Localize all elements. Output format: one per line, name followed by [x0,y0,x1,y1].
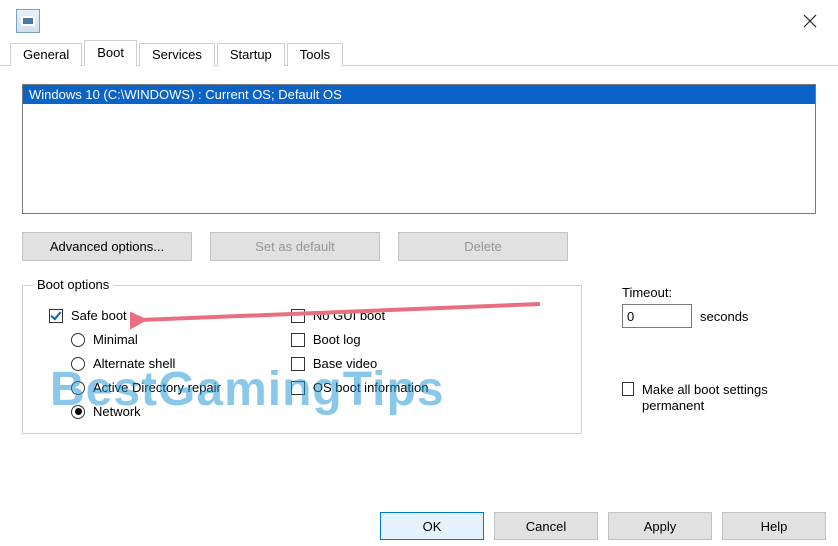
tab-services[interactable]: Services [139,43,215,66]
radio-icon [71,381,85,395]
apply-button[interactable]: Apply [608,512,712,540]
radio-icon [71,357,85,371]
os-boot-info-checkbox[interactable]: OS boot information [291,380,429,395]
advanced-options-button[interactable]: Advanced options... [22,232,192,261]
checkbox-icon [291,381,305,395]
timeout-unit-label: seconds [700,309,748,324]
tab-boot[interactable]: Boot [84,40,137,66]
radio-minimal-label: Minimal [93,332,138,347]
app-icon [16,9,40,33]
radio-minimal[interactable]: Minimal [71,332,221,347]
set-as-default-button: Set as default [210,232,380,261]
radio-alternate-shell-label: Alternate shell [93,356,175,371]
tab-general[interactable]: General [10,43,82,66]
base-video-label: Base video [313,356,377,371]
boot-log-checkbox[interactable]: Boot log [291,332,429,347]
radio-network-label: Network [93,404,141,419]
tab-startup[interactable]: Startup [217,43,285,66]
no-gui-boot-checkbox[interactable]: No GUI boot [291,308,429,323]
checkbox-icon [622,382,634,396]
close-icon [803,14,817,28]
cancel-button[interactable]: Cancel [494,512,598,540]
permanent-settings-checkbox[interactable]: Make all boot settings permanent [622,382,802,415]
close-button[interactable] [796,7,824,35]
radio-ad-repair[interactable]: Active Directory repair [71,380,221,395]
os-list[interactable]: Windows 10 (C:\WINDOWS) : Current OS; De… [22,84,816,214]
checkbox-icon [291,333,305,347]
safe-boot-checkbox[interactable]: Safe boot [49,308,221,323]
timeout-label: Timeout: [622,285,802,300]
no-gui-boot-label: No GUI boot [313,308,385,323]
boot-options-group: Boot options Safe boot Minimal Alternate… [22,285,582,434]
delete-button: Delete [398,232,568,261]
boot-log-label: Boot log [313,332,361,347]
checkbox-icon [49,309,63,323]
radio-icon [71,333,85,347]
radio-ad-repair-label: Active Directory repair [93,380,221,395]
timeout-input[interactable] [622,304,692,328]
base-video-checkbox[interactable]: Base video [291,356,429,371]
checkbox-icon [291,357,305,371]
os-list-selected-row[interactable]: Windows 10 (C:\WINDOWS) : Current OS; De… [23,85,815,104]
boot-options-legend: Boot options [33,277,113,292]
tab-tools[interactable]: Tools [287,43,343,66]
checkbox-icon [291,309,305,323]
safe-boot-label: Safe boot [71,308,127,323]
help-button[interactable]: Help [722,512,826,540]
ok-button[interactable]: OK [380,512,484,540]
radio-network[interactable]: Network [71,404,221,419]
os-boot-info-label: OS boot information [313,380,429,395]
radio-alternate-shell[interactable]: Alternate shell [71,356,221,371]
tab-strip: General Boot Services Startup Tools [0,42,838,66]
radio-icon [71,405,85,419]
permanent-settings-label: Make all boot settings permanent [642,382,802,415]
